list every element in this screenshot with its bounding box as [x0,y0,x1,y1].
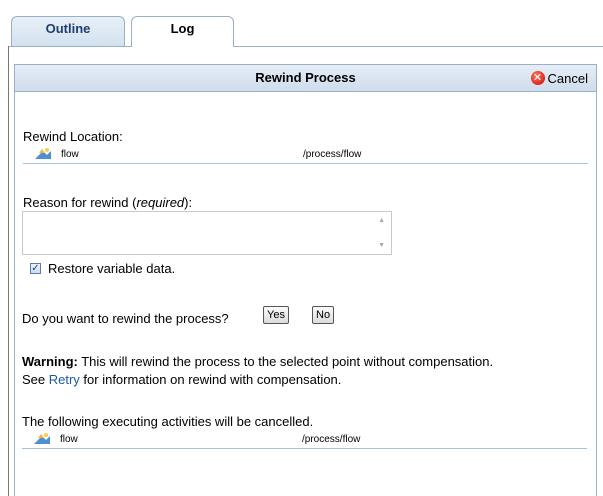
warning-bold: Warning: [22,354,78,369]
tab-bar: Outline Log [8,6,603,47]
see-retry-text: See Retry for information on rewind with… [22,372,341,387]
warning-message: This will rewind the process to the sele… [77,354,494,369]
dialog-header: Rewind Process ✕ Cancel [15,65,596,92]
cancelled-item[interactable]: flow /process/flow [22,432,587,449]
cancelled-path: /process/flow [302,434,361,445]
tab-divider [8,46,603,47]
location-path: /process/flow [303,149,362,160]
dialog-title: Rewind Process [255,70,356,85]
flow-icon [35,148,51,159]
see-suffix: for information on rewind with compensat… [79,372,342,387]
tab-outline[interactable]: Outline [11,16,125,46]
see-prefix: See [22,372,49,387]
cancelled-label: The following executing activities will … [22,414,314,429]
location-name: flow [61,149,79,160]
rewind-location-label: Rewind Location: [23,129,123,144]
no-button[interactable]: No [312,306,335,324]
reason-textarea[interactable]: ▲ ▼ [22,211,392,255]
cancel-button[interactable]: ✕ Cancel [530,69,588,87]
close-icon: ✕ [530,71,545,85]
panel-border [8,46,9,496]
rewind-question: Do you want to rewind the process? [22,311,229,326]
scroll-up-icon[interactable]: ▲ [378,217,385,224]
reason-label: Reason for rewind (required): [23,195,192,210]
cancelled-name: flow [60,434,78,445]
retry-link[interactable]: Retry [49,372,80,387]
reason-label-suffix: ): [184,195,193,210]
restore-checkbox[interactable]: ✓ [30,263,41,274]
scroll-down-icon[interactable]: ▼ [378,242,385,249]
reason-label-required: required [136,195,185,210]
app-frame: Outline Log Rewind Process ✕ Cancel Rewi… [0,0,603,496]
rewind-location-item[interactable]: flow /process/flow [23,147,588,164]
cancel-label: Cancel [547,70,588,86]
yes-button[interactable]: Yes [263,306,289,324]
restore-label: Restore variable data. [48,261,176,276]
tab-log[interactable]: Log [131,16,234,47]
warning-text: Warning: This will rewind the process to… [22,354,592,369]
flow-icon [34,433,50,444]
reason-label-prefix: Reason for rewind ( [23,195,137,210]
